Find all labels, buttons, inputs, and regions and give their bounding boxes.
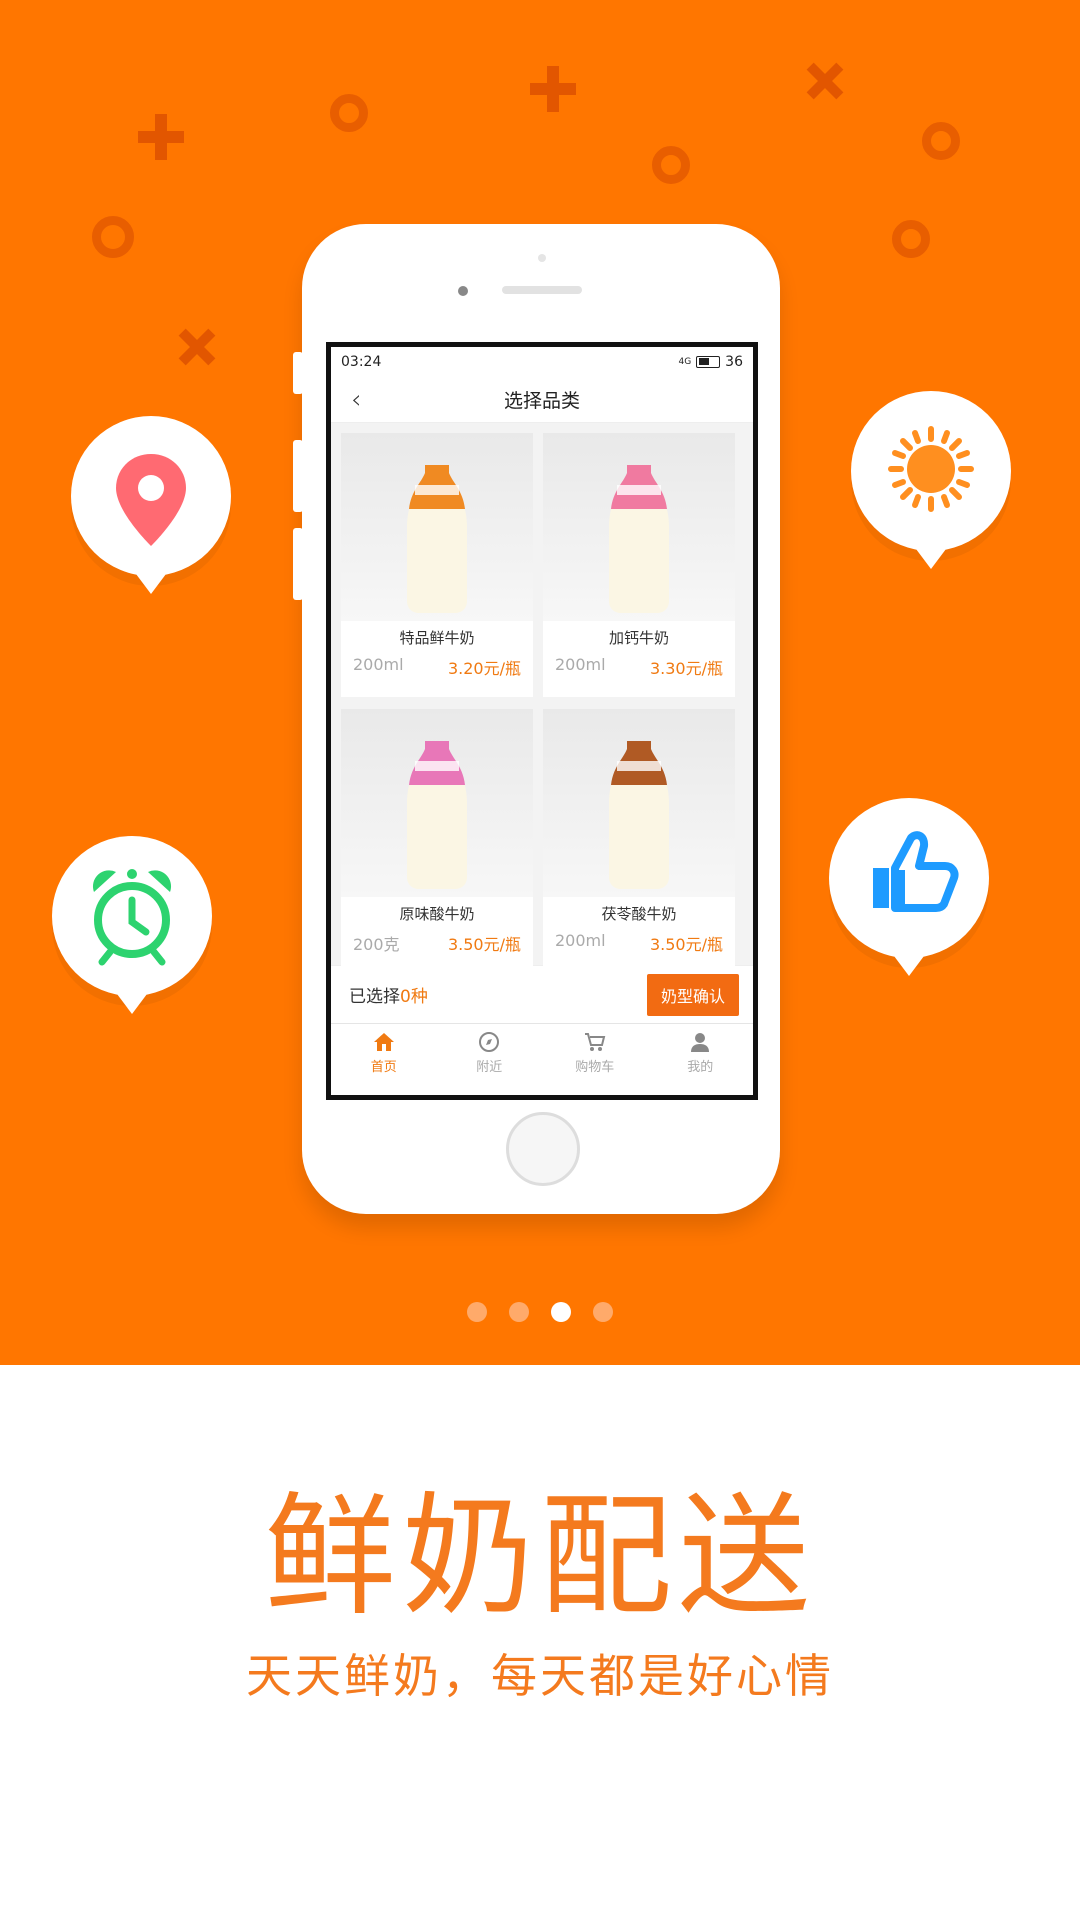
product-image bbox=[341, 709, 533, 897]
milk-bottle-icon bbox=[407, 741, 467, 889]
confirm-button[interactable]: 奶型确认 bbox=[646, 973, 739, 1016]
phone-camera bbox=[458, 286, 468, 296]
product-grid: 特品鲜牛奶 200ml 3.20元/瓶 加钙牛奶 200ml 3.30元/瓶 原味酸… bbox=[331, 423, 753, 973]
product-size: 200ml bbox=[555, 655, 606, 674]
tab-cart[interactable]: 购物车 bbox=[542, 1024, 648, 1081]
status-time: 03:24 bbox=[341, 354, 382, 370]
headline: 鲜奶配送 bbox=[264, 1480, 816, 1634]
app-screen: 03:24 4G 36 ‹ 选择品类 特品鲜牛奶 200ml 3.20元/瓶 加… bbox=[326, 342, 758, 1100]
tab-home[interactable]: 首页 bbox=[331, 1024, 437, 1081]
phone-mockup: 03:24 4G 36 ‹ 选择品类 特品鲜牛奶 200ml 3.20元/瓶 加… bbox=[293, 224, 780, 1214]
compass-icon bbox=[479, 1032, 500, 1052]
selection-summary: 已选择0种 bbox=[349, 982, 428, 1007]
cart-icon bbox=[584, 1033, 606, 1051]
hero-banner: 03:24 4G 36 ‹ 选择品类 特品鲜牛奶 200ml 3.20元/瓶 加… bbox=[0, 0, 1080, 1365]
product-card[interactable]: 原味酸牛奶 200克 3.50元/瓶 bbox=[341, 709, 533, 973]
back-arrow-icon[interactable]: ‹ bbox=[351, 385, 361, 415]
decor-circle-icon bbox=[92, 216, 134, 258]
decor-x-icon bbox=[806, 62, 844, 100]
phone-home-button bbox=[506, 1112, 580, 1186]
decor-plus-icon bbox=[138, 114, 184, 160]
thumbs-up-bubble bbox=[829, 798, 989, 976]
tab-nearby[interactable]: 附近 bbox=[437, 1024, 543, 1081]
phone-speaker bbox=[502, 286, 582, 294]
page-dot-active[interactable] bbox=[551, 1302, 571, 1322]
decor-circle-icon bbox=[330, 94, 368, 132]
page-dot[interactable] bbox=[593, 1302, 613, 1322]
alarm-bubble bbox=[52, 836, 212, 1014]
product-size: 200ml bbox=[353, 655, 404, 674]
product-name: 原味酸牛奶 bbox=[399, 905, 475, 923]
phone-side-button bbox=[293, 352, 303, 394]
signal-icon: 4G bbox=[678, 357, 692, 367]
phone-side-button bbox=[293, 440, 303, 512]
user-icon bbox=[691, 1033, 710, 1052]
location-bubble bbox=[71, 416, 231, 594]
page-indicator bbox=[0, 1302, 1080, 1322]
sun-bubble bbox=[851, 391, 1011, 569]
nav-bar: ‹ 选择品类 bbox=[331, 377, 753, 423]
tab-label: 附近 bbox=[476, 1060, 503, 1075]
alarm-clock-icon bbox=[92, 869, 172, 966]
page-dot[interactable] bbox=[467, 1302, 487, 1322]
tab-label: 我的 bbox=[687, 1060, 714, 1075]
decor-circle-icon bbox=[922, 122, 960, 160]
selection-prefix: 已选择 bbox=[349, 987, 400, 1007]
product-name: 茯苓酸牛奶 bbox=[601, 905, 677, 923]
product-image bbox=[543, 709, 735, 897]
product-name: 加钙牛奶 bbox=[608, 629, 669, 647]
selection-count: 0种 bbox=[400, 987, 428, 1007]
product-image bbox=[543, 433, 735, 621]
tab-bar: 首页 附近 购物车 我的 bbox=[331, 1023, 753, 1081]
product-name: 特品鲜牛奶 bbox=[399, 629, 475, 647]
milk-bottle-icon bbox=[609, 465, 669, 613]
milk-bottle-icon bbox=[609, 741, 669, 889]
product-card[interactable]: 茯苓酸牛奶 200ml 3.50元/瓶 bbox=[543, 709, 735, 973]
decor-x-icon bbox=[178, 328, 216, 366]
product-card[interactable]: 特品鲜牛奶 200ml 3.20元/瓶 bbox=[341, 433, 533, 697]
home-icon bbox=[373, 1033, 394, 1051]
phone-side-button bbox=[293, 528, 303, 600]
phone-sensor bbox=[538, 254, 546, 262]
decor-circle-icon bbox=[652, 146, 690, 184]
product-size: 200克 bbox=[353, 935, 400, 954]
decor-circle-icon bbox=[892, 220, 930, 258]
battery-level: 36 bbox=[725, 354, 743, 370]
page-dot[interactable] bbox=[509, 1302, 529, 1322]
product-size: 200ml bbox=[555, 931, 606, 950]
milk-bottle-icon bbox=[407, 465, 467, 613]
selection-bar: 已选择0种 奶型确认 bbox=[331, 965, 753, 1023]
tab-label: 购物车 bbox=[575, 1060, 615, 1075]
battery-icon bbox=[696, 356, 721, 368]
product-card[interactable]: 加钙牛奶 200ml 3.30元/瓶 bbox=[543, 433, 735, 697]
page-title: 选择品类 bbox=[503, 390, 580, 412]
product-price: 3.20元/瓶 bbox=[447, 659, 521, 678]
sun-icon bbox=[888, 426, 974, 512]
status-bar: 03:24 4G 36 bbox=[331, 347, 753, 377]
tab-mine[interactable]: 我的 bbox=[648, 1024, 754, 1081]
decor-plus-icon bbox=[530, 66, 576, 112]
product-price: 3.30元/瓶 bbox=[649, 659, 723, 678]
subtitle: 天天鲜奶，每天都是好心情 bbox=[246, 1649, 834, 1703]
product-price: 3.50元/瓶 bbox=[447, 935, 521, 954]
location-pin-icon bbox=[116, 454, 186, 546]
thumbs-up-icon bbox=[873, 831, 959, 912]
product-price: 3.50元/瓶 bbox=[649, 935, 723, 954]
product-image bbox=[341, 433, 533, 621]
tab-label: 首页 bbox=[370, 1060, 397, 1075]
